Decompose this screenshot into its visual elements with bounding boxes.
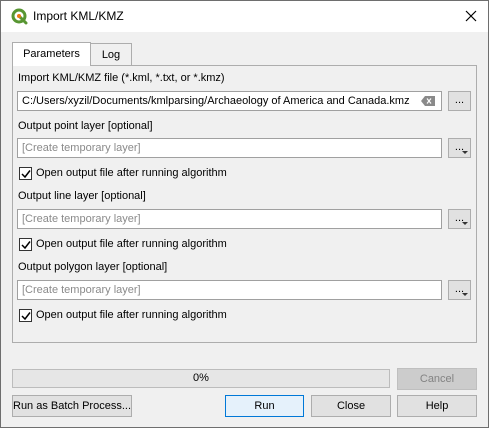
point-layer-field[interactable]: [Create temporary layer]: [17, 138, 442, 158]
point-open-label: Open output file after running algorithm: [36, 167, 227, 179]
polygon-layer-label: Output polygon layer [optional]: [18, 261, 168, 273]
line-layer-options-button[interactable]: ...: [448, 209, 471, 229]
browse-input-button[interactable]: ...: [448, 91, 471, 111]
qgis-logo-icon: [11, 8, 28, 25]
input-file-field[interactable]: C:/Users/xyzil/Documents/kmlparsing/Arch…: [17, 91, 442, 111]
line-open-checkbox[interactable]: [19, 238, 32, 251]
window-title: Import KML/KMZ: [33, 9, 124, 23]
tab-log[interactable]: Log: [90, 43, 132, 65]
cancel-button[interactable]: Cancel: [397, 368, 477, 390]
polygon-layer-options-button[interactable]: ...: [448, 280, 471, 300]
chevron-down-icon: [462, 222, 468, 225]
line-layer-label: Output line layer [optional]: [18, 190, 146, 202]
input-file-value: C:/Users/xyzil/Documents/kmlparsing/Arch…: [22, 95, 410, 107]
line-open-label: Open output file after running algorithm: [36, 238, 227, 250]
progress-text: 0%: [193, 372, 209, 384]
help-button[interactable]: Help: [397, 395, 477, 417]
polygon-open-label: Open output file after running algorithm: [36, 309, 227, 321]
clear-icon[interactable]: [421, 96, 435, 106]
polygon-open-checkbox[interactable]: [19, 309, 32, 322]
point-open-checkbox[interactable]: [19, 167, 32, 180]
polygon-layer-field[interactable]: [Create temporary layer]: [17, 280, 442, 300]
title-bar: Import KML/KMZ: [1, 1, 488, 32]
close-button[interactable]: Close: [311, 395, 391, 417]
point-layer-options-button[interactable]: ...: [448, 138, 471, 158]
run-button[interactable]: Run: [225, 395, 304, 417]
close-window-icon[interactable]: [460, 5, 482, 27]
input-file-label: Import KML/KMZ file (*.kml, *.txt, or *.…: [18, 72, 225, 84]
tab-parameters[interactable]: Parameters: [12, 42, 91, 66]
line-layer-field[interactable]: [Create temporary layer]: [17, 209, 442, 229]
chevron-down-icon: [462, 151, 468, 154]
run-batch-button[interactable]: Run as Batch Process...: [12, 395, 132, 417]
chevron-down-icon: [462, 293, 468, 296]
progress-bar: 0%: [12, 369, 390, 388]
point-layer-label: Output point layer [optional]: [18, 120, 153, 132]
